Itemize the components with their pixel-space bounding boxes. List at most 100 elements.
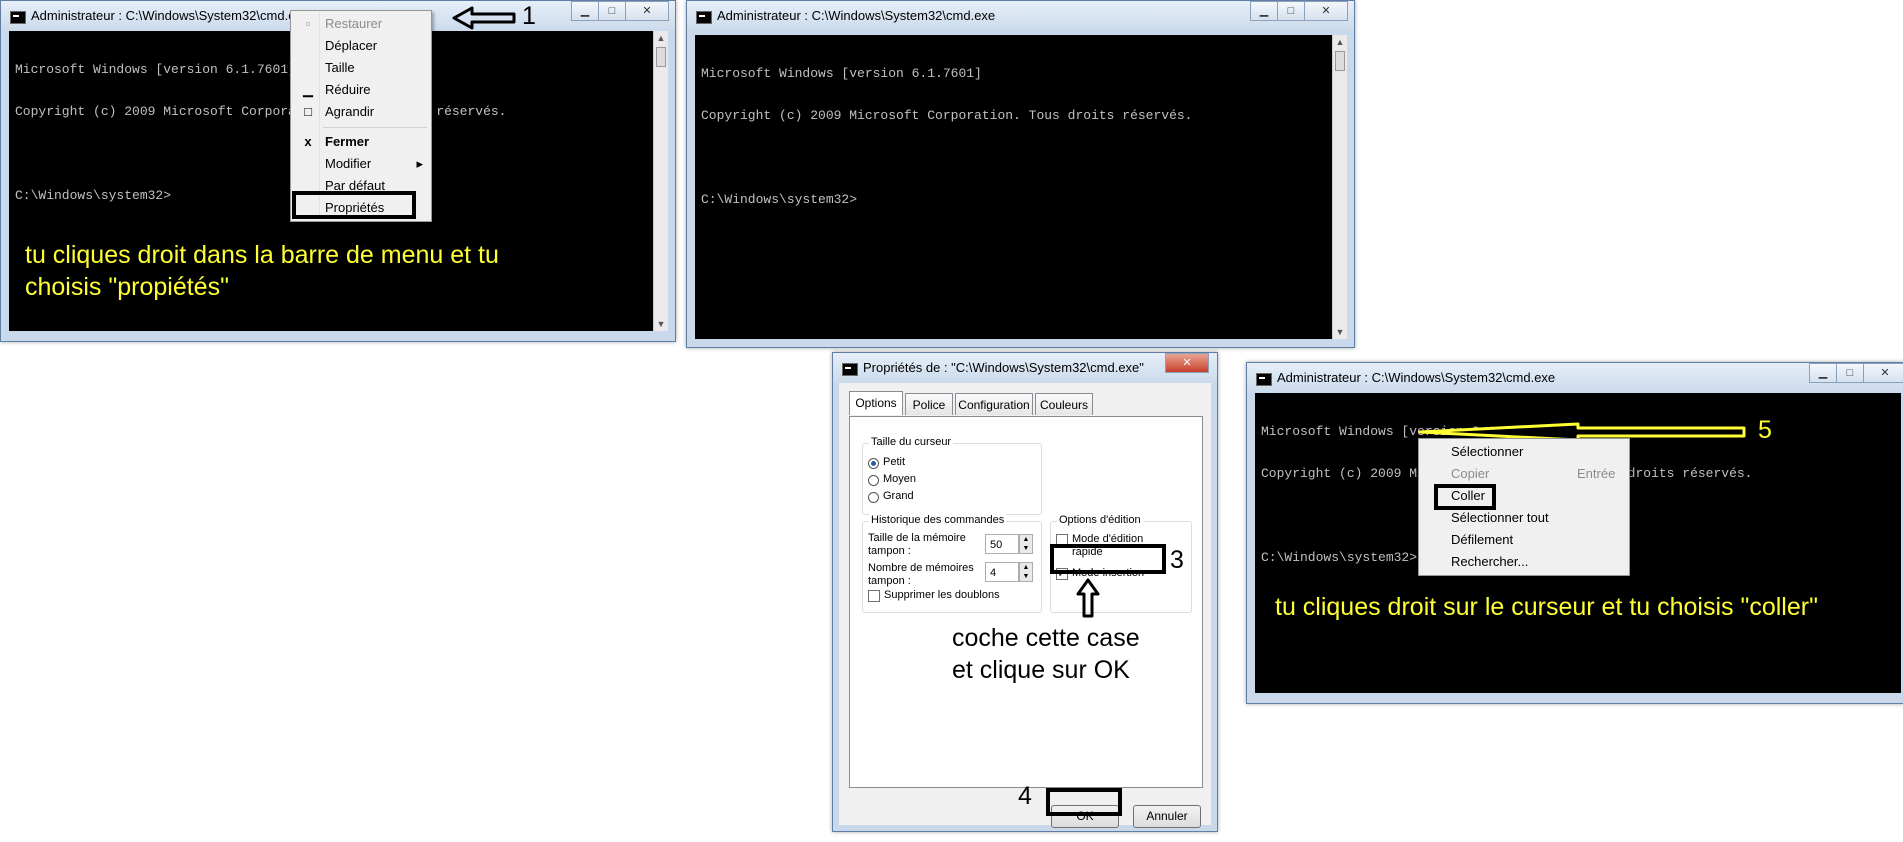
buffer-size-input[interactable]: 50 [985,534,1019,554]
instruction-step-3-line2: et clique sur OK [952,656,1130,684]
step-3-label: 3 [1170,546,1184,574]
maximize-icon: □ [304,104,312,119]
highlight-ok-button [1046,788,1122,816]
maximize-icon[interactable]: □ [1277,1,1305,21]
step-5-label: 5 [1758,416,1772,444]
buffer-count-label: Nombre de mémoires tampon : [868,562,974,587]
radio-label: Moyen [883,473,917,485]
spin-arrows-icon[interactable]: ▲ ▼ [1019,562,1033,582]
maximize-icon[interactable]: □ [1836,363,1864,383]
instruction-step-2: tu cliques droit dans la barre de menu e… [25,241,499,301]
menu-item-copier[interactable]: Copier Entrée [1419,463,1629,485]
window-1-controls: ▁ □ ✕ [571,1,669,21]
shortcut-label: Entrée [1577,466,1616,481]
radio-grand[interactable] [868,492,879,503]
close-icon[interactable]: ✕ [1304,1,1348,21]
radio-petit[interactable] [868,458,879,469]
scroll-down-icon[interactable]: ▼ [1333,325,1347,339]
minimize-icon[interactable]: ▁ [1250,1,1278,21]
window-2-titlebar[interactable]: Administrateur : C:\Windows\System32\cmd… [687,1,1354,31]
group-legend: Taille du curseur [869,436,954,448]
tab-strip: Options Police Configuration Couleurs [849,391,1199,417]
cmd-window-2: Administrateur : C:\Windows\System32\cmd… [686,0,1355,348]
tab-options[interactable]: Options [849,391,903,415]
buffer-size-label: Taille de la mémoire tampon : [868,532,966,557]
window-2-controls: ▁ □ ✕ [1250,1,1348,21]
console-line: Microsoft Windows [version 6.1.7601] [701,66,982,81]
scroll-up-icon[interactable]: ▲ [1333,35,1347,49]
tab-configuration[interactable]: Configuration [955,393,1033,415]
scroll-down-icon[interactable]: ▼ [654,317,668,331]
scroll-thumb[interactable] [1335,51,1345,71]
highlight-insert-mode [1050,544,1166,574]
dialog-controls: ✕ [1165,353,1209,373]
discard-duplicates-label: Supprimer les doublons [884,589,1000,601]
close-icon: x [304,134,312,149]
group-legend: Options d'édition [1057,514,1143,526]
dialog-title: Propriétés de : "C:\Windows\System32\cmd… [863,360,1144,375]
menu-item-fermer[interactable]: x Fermer [291,131,431,153]
menu-item-restaurer[interactable]: ▫ Restaurer [291,13,431,35]
cmd-app-icon [842,363,858,376]
arrow-up-icon [1076,578,1100,618]
properties-dialog: Propriétés de : "C:\Windows\System32\cmd… [832,352,1218,832]
scroll-thumb[interactable] [656,47,666,67]
history-group: Historique des commandes Taille de la mé… [862,514,1042,613]
cursor-size-group: Taille du curseur Petit Moyen Grand [862,436,1042,515]
console-2[interactable]: Microsoft Windows [version 6.1.7601] Cop… [695,35,1332,339]
window-1-title: Administrateur : C:\Windows\System32\cmd… [31,8,310,23]
radio-label: Grand [883,490,914,502]
console-1-scrollbar[interactable]: ▲ ▼ [653,31,668,331]
window-3-title: Administrateur : C:\Windows\System32\cmd… [1277,370,1556,385]
minimize-icon[interactable]: ▁ [1809,363,1837,383]
step-4-label: 4 [1018,782,1032,810]
buffer-count-input[interactable]: 4 [985,562,1019,582]
menu-item-taille[interactable]: Taille [291,57,431,79]
console-2-scrollbar[interactable]: ▲ ▼ [1332,35,1347,339]
radio-moyen[interactable] [868,475,879,486]
instruction-step-3-line1: coche cette case [952,624,1140,652]
console-prompt: C:\Windows\system32> [701,192,858,207]
tab-couleurs[interactable]: Couleurs [1035,393,1093,415]
maximize-icon[interactable]: □ [598,1,626,21]
minimize-icon[interactable]: ▁ [571,1,599,21]
window-3-titlebar[interactable]: Administrateur : C:\Windows\System32\cmd… [1247,363,1903,393]
instruction-step-5: tu cliques droit sur le curseur et tu ch… [1275,593,1818,621]
step-1-label: 1 [522,2,536,30]
minimize-icon: ▁ [303,82,313,97]
cmd-app-icon[interactable] [10,11,26,24]
step-2-label: 2 [442,188,456,216]
submenu-arrow-icon: ▸ [416,156,423,171]
options-panel: Taille du curseur Petit Moyen Grand Hist… [849,416,1203,788]
console-line: Copyright (c) 2009 Microsoft Corporation… [701,108,1193,123]
menu-item-modifier[interactable]: Modifier ▸ [291,153,431,175]
highlight-coller [1434,484,1496,510]
cmd-app-icon[interactable] [696,11,712,24]
radio-label: Petit [883,456,906,468]
close-icon[interactable]: ✕ [1165,353,1209,373]
menu-item-deplacer[interactable]: Déplacer [291,35,431,57]
discard-duplicates-checkbox[interactable] [868,590,880,602]
highlight-proprietes [292,191,416,219]
group-legend: Historique des commandes [869,514,1007,526]
dialog-body: Options Police Configuration Couleurs Ta… [839,383,1211,828]
window-3-controls: ▁ □ ✕ [1809,363,1903,383]
close-icon[interactable]: ✕ [625,1,669,21]
menu-item-rechercher[interactable]: Rechercher... [1419,551,1629,573]
close-icon[interactable]: ✕ [1863,363,1903,383]
menu-item-selectionner[interactable]: Sélectionner [1419,441,1629,463]
tab-police[interactable]: Police [905,393,953,415]
spin-arrows-icon[interactable]: ▲ ▼ [1019,534,1033,554]
menu-item-selectionner-tout[interactable]: Sélectionner tout [1419,507,1629,529]
dialog-titlebar[interactable]: Propriétés de : "C:\Windows\System32\cmd… [833,353,1217,383]
arrow-left-icon [452,6,516,30]
restore-icon: ▫ [305,16,311,31]
window-2-title: Administrateur : C:\Windows\System32\cmd… [717,8,996,23]
menu-item-defilement[interactable]: Défilement [1419,529,1629,551]
menu-item-reduire[interactable]: ▁ Réduire [291,79,431,101]
cancel-button[interactable]: Annuler [1133,805,1201,828]
scroll-up-icon[interactable]: ▲ [654,31,668,45]
cmd-app-icon[interactable] [1256,373,1272,386]
menu-item-agrandir[interactable]: □ Agrandir [291,101,431,123]
